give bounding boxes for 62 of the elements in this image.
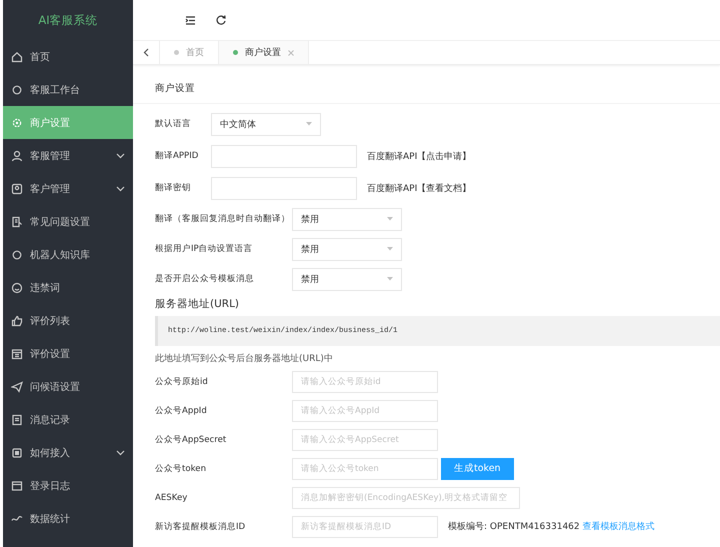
- user-icon: [11, 150, 23, 162]
- thumbs-up-icon: [11, 314, 23, 326]
- chevron-left-icon: [143, 48, 149, 57]
- refresh-icon[interactable]: [216, 15, 226, 25]
- sidebar-item[interactable]: 客服管理: [3, 139, 133, 172]
- sidebar-item[interactable]: 客服工作台: [3, 73, 133, 106]
- circle-icon: [11, 248, 23, 260]
- caret-icon: [387, 247, 393, 251]
- sidebar-item[interactable]: 评价列表: [3, 304, 133, 337]
- form-label: 翻译（客服回复消息时自动翻译）: [155, 213, 291, 225]
- app-logo: AI客服系统: [37, 12, 99, 28]
- sidebar-item[interactable]: 客户管理: [3, 172, 133, 205]
- form-label: 公众号token: [155, 462, 208, 474]
- select-field[interactable]: 中文简体: [211, 112, 321, 136]
- send-icon: [11, 380, 23, 392]
- window-icon: [11, 480, 23, 492]
- close-icon[interactable]: [288, 50, 294, 56]
- user-card-icon: [11, 182, 23, 194]
- form-label: 公众号AppId: [155, 404, 208, 416]
- form-label: 公众号原始id: [155, 376, 209, 388]
- list-icon: [11, 414, 23, 426]
- form-label: 新访客提醒模板消息ID: [155, 520, 246, 532]
- caret-icon: [387, 217, 393, 221]
- page-tab[interactable]: 商户设置: [219, 41, 309, 64]
- gear-icon: [11, 116, 23, 128]
- input-field[interactable]: [211, 176, 357, 200]
- square-icon: [11, 446, 23, 458]
- sidebar-item[interactable]: 机器人知识库: [3, 238, 133, 271]
- sidebar-item[interactable]: 违禁词: [3, 271, 133, 304]
- section-heading: 服务器地址(URL): [155, 297, 240, 311]
- card-title: 商户设置: [133, 73, 720, 104]
- form-label: 公众号AppSecret: [155, 434, 228, 446]
- sidebar-item[interactable]: 首页: [3, 40, 133, 73]
- sidebar-item[interactable]: 评价设置: [3, 337, 133, 370]
- home-icon: [11, 50, 23, 62]
- sidebar-item[interactable]: 如何接入: [3, 436, 133, 469]
- calendar-icon: [11, 348, 23, 360]
- select-field[interactable]: 禁用: [292, 238, 402, 260]
- menu-icon[interactable]: [185, 16, 196, 24]
- select-field[interactable]: 禁用: [292, 268, 402, 290]
- form-label: 默认语言: [155, 118, 192, 130]
- input-field[interactable]: [211, 144, 357, 168]
- caret-icon: [387, 277, 393, 281]
- sidebar-item[interactable]: 登录日志: [3, 469, 133, 502]
- helper-text: 百度翻译API【点击申请】: [367, 150, 472, 162]
- form-label: 翻译APPID: [155, 150, 200, 162]
- document-icon: [11, 216, 23, 228]
- helper-text: 百度翻译API【查看文档】: [367, 182, 472, 194]
- caret-icon: [306, 122, 312, 126]
- circle-icon: [11, 84, 23, 96]
- sidebar-item[interactable]: 常见问题设置: [3, 205, 133, 238]
- sidebar-item[interactable]: 问候语设置: [3, 370, 133, 403]
- smiley-icon: [11, 282, 23, 294]
- form-label: 根据用户IP自动设置语言: [155, 243, 254, 255]
- form-label: 翻译密钥: [155, 182, 192, 194]
- select-field[interactable]: 禁用: [292, 208, 402, 230]
- sidebar-item[interactable]: 消息记录: [3, 403, 133, 436]
- form-label: AESKey: [155, 492, 188, 502]
- hint-text: 此地址填写到公众号后台服务器地址(URL)中: [155, 352, 334, 365]
- sidebar-item[interactable]: 数据统计: [3, 502, 133, 535]
- form-label: 是否开启公众号模板消息: [155, 273, 255, 285]
- helper-text: 模板编号: OPENTM416331462: [448, 520, 580, 533]
